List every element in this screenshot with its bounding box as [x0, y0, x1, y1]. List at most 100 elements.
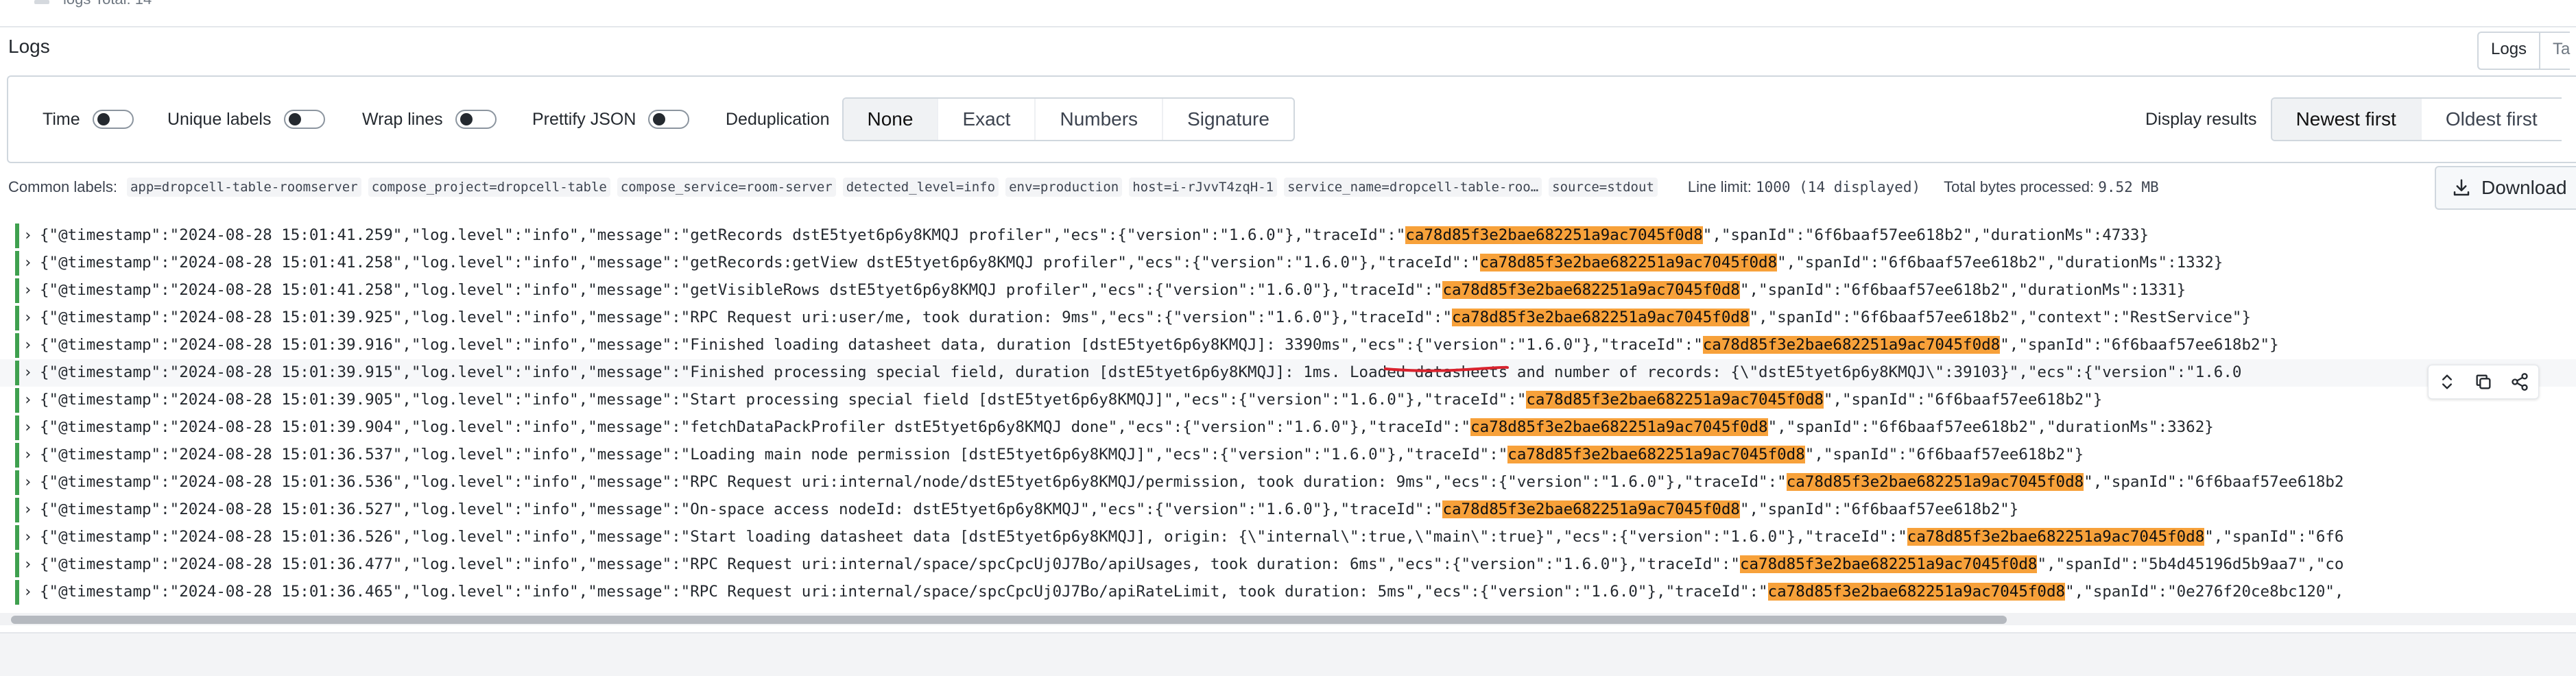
log-row[interactable]: › {"@timestamp":"2024-08-28 15:01:39.905…	[0, 387, 2576, 414]
dedup-exact[interactable]: Exact	[937, 99, 1034, 140]
dedup-numbers[interactable]: Numbers	[1034, 99, 1162, 140]
prettify-json-option: Prettify JSON	[532, 77, 690, 162]
log-row[interactable]: › {"@timestamp":"2024-08-28 15:01:41.259…	[0, 222, 2576, 250]
trace-id-highlight: ca78d85f3e2bae682251a9ac7045f0d8	[1442, 500, 1740, 518]
log-text-before: {"@timestamp":"2024-08-28 15:01:36.526",…	[40, 528, 1907, 546]
label-chip: compose_project=dropcell-table	[368, 178, 610, 197]
share-link-icon[interactable]	[2510, 372, 2529, 391]
trace-id-highlight: ca78d85f3e2bae682251a9ac7045f0d8	[1739, 555, 2038, 573]
log-row[interactable]: › {"@timestamp":"2024-08-28 15:01:41.258…	[0, 277, 2576, 304]
log-row[interactable]: › {"@timestamp":"2024-08-28 15:01:41.258…	[0, 250, 2576, 277]
sort-order-segmented: Newest first Oldest first	[2270, 97, 2562, 141]
log-text-before: {"@timestamp":"2024-08-28 15:01:39.904",…	[40, 418, 1471, 436]
tab-table[interactable]: Ta	[2539, 33, 2570, 69]
level-bar	[15, 388, 19, 413]
prettify-json-toggle[interactable]	[648, 110, 690, 129]
log-row[interactable]: › {"@timestamp":"2024-08-28 15:01:36.526…	[0, 524, 2576, 551]
log-row[interactable]: › {"@timestamp":"2024-08-28 15:01:36.465…	[0, 579, 2576, 606]
dedup-none[interactable]: None	[843, 99, 938, 140]
wrap-lines-toggle[interactable]	[455, 110, 497, 129]
sort-newest-first[interactable]: Newest first	[2271, 99, 2420, 140]
tab-logs[interactable]: Logs	[2479, 33, 2539, 69]
display-results-option: Display results Newest first Oldest firs…	[2145, 77, 2562, 162]
expand-collapse-icon[interactable]	[2437, 372, 2457, 391]
log-text-after: ","spanId":"6f6	[2204, 528, 2344, 546]
log-text: {"@timestamp":"2024-08-28 15:01:41.259",…	[40, 226, 2149, 244]
trace-id-highlight: ca78d85f3e2bae682251a9ac7045f0d8	[1405, 226, 1703, 244]
dedup-signature[interactable]: Signature	[1162, 99, 1293, 140]
log-text-before: {"@timestamp":"2024-08-28 15:01:41.258",…	[40, 281, 1443, 299]
log-text: {"@timestamp":"2024-08-28 15:01:39.925",…	[40, 309, 2251, 326]
expand-chevron-icon[interactable]: ›	[23, 391, 32, 409]
expand-chevron-icon[interactable]: ›	[23, 446, 32, 463]
log-text-after: ","spanId":"6f6baaf57ee618b2","durationM…	[1767, 418, 2214, 436]
log-text: {"@timestamp":"2024-08-28 15:01:39.904",…	[40, 418, 2214, 436]
log-text-after: ","spanId":"6f6baaf57ee618b2"}	[1823, 391, 2103, 409]
log-row[interactable]: › {"@timestamp":"2024-08-28 15:01:36.537…	[0, 442, 2576, 469]
level-bar	[15, 525, 19, 550]
log-row[interactable]: › {"@timestamp":"2024-08-28 15:01:36.477…	[0, 551, 2576, 579]
download-button[interactable]: Download	[2435, 166, 2576, 210]
log-text: {"@timestamp":"2024-08-28 15:01:39.905",…	[40, 391, 2102, 409]
wrap-lines-label: Wrap lines	[362, 109, 443, 129]
unique-labels-toggle[interactable]	[283, 110, 325, 129]
common-labels-row: Common labels: app=dropcell-table-roomse…	[8, 174, 2159, 200]
line-limit: Line limit: 1000 (14 displayed)	[1688, 178, 1920, 196]
trace-id-highlight: ca78d85f3e2bae682251a9ac7045f0d8	[1702, 336, 2001, 354]
expand-chevron-icon[interactable]: ›	[23, 309, 32, 326]
expand-chevron-icon[interactable]: ›	[23, 337, 32, 354]
expand-chevron-icon[interactable]: ›	[23, 282, 32, 299]
log-row[interactable]: › {"@timestamp":"2024-08-28 15:01:36.536…	[0, 469, 2576, 496]
level-bar	[15, 470, 19, 495]
expand-chevron-icon[interactable]: ›	[23, 474, 32, 491]
expand-chevron-icon[interactable]: ›	[23, 556, 32, 573]
log-row[interactable]: › {"@timestamp":"2024-08-28 15:01:39.925…	[0, 304, 2576, 332]
level-bar	[15, 278, 19, 303]
label-chip: detected_level=info	[842, 178, 999, 197]
expand-chevron-icon[interactable]: ›	[23, 529, 32, 546]
bytes-processed-value: 9.52 MB	[2098, 179, 2159, 195]
log-text-before: {"@timestamp":"2024-08-28 15:01:36.477",…	[40, 555, 1740, 573]
sort-oldest-first[interactable]: Oldest first	[2420, 99, 2562, 140]
expand-chevron-icon[interactable]: ›	[23, 254, 32, 271]
log-text-before: {"@timestamp":"2024-08-28 15:01:41.259",…	[40, 226, 1406, 244]
log-text: {"@timestamp":"2024-08-28 15:01:36.536",…	[40, 473, 2344, 491]
log-row[interactable]: › {"@timestamp":"2024-08-28 15:01:36.527…	[0, 496, 2576, 524]
panel-title: Logs	[8, 36, 50, 57]
prettify-json-label: Prettify JSON	[532, 109, 636, 129]
bytes-processed: Total bytes processed: 9.52 MB	[1944, 178, 2159, 196]
trace-id-highlight: ca78d85f3e2bae682251a9ac7045f0d8	[1479, 254, 1778, 271]
top-legend-strip: logs Total: 14	[0, 0, 2576, 27]
expand-chevron-icon[interactable]: ›	[23, 227, 32, 244]
log-text-after: ","spanId":"6f6baaf57ee618b2	[2084, 473, 2344, 491]
scrollbar-thumb[interactable]	[11, 616, 2007, 624]
trace-id-highlight: ca78d85f3e2bae682251a9ac7045f0d8	[1452, 309, 1750, 326]
log-text-after: ","spanId":"5b4d45196d5b9aa7","co	[2037, 555, 2344, 573]
log-row-hovered[interactable]: › {"@timestamp":"2024-08-28 15:01:39.915…	[0, 359, 2576, 387]
time-toggle[interactable]	[92, 110, 134, 129]
bytes-processed-label: Total bytes processed:	[1944, 178, 2095, 195]
log-text-after: ","spanId":"6f6baaf57ee618b2","durationM…	[1702, 226, 2149, 244]
display-results-label: Display results	[2145, 109, 2257, 129]
level-bar	[15, 306, 19, 330]
common-labels-title: Common labels:	[8, 178, 117, 195]
label-chip: env=production	[1005, 178, 1123, 197]
expand-chevron-icon[interactable]: ›	[23, 583, 32, 601]
log-text-after: ","spanId":"6f6baaf57ee618b2","context":…	[1749, 309, 2252, 326]
log-text-before: {"@timestamp":"2024-08-28 15:01:36.536",…	[40, 473, 1787, 491]
horizontal-scrollbar[interactable]	[0, 613, 2576, 625]
level-bar	[15, 580, 19, 605]
legend-swatch	[34, 0, 49, 4]
expand-chevron-icon[interactable]: ›	[23, 364, 32, 381]
expand-chevron-icon[interactable]: ›	[23, 501, 32, 518]
download-icon	[2453, 179, 2470, 196]
wrap-lines-option: Wrap lines	[362, 77, 497, 162]
log-row[interactable]: › {"@timestamp":"2024-08-28 15:01:39.916…	[0, 332, 2576, 359]
log-row[interactable]: › {"@timestamp":"2024-08-28 15:01:39.904…	[0, 414, 2576, 442]
log-text: {"@timestamp":"2024-08-28 15:01:36.526",…	[40, 528, 2344, 546]
label-chip: source=stdout	[1549, 178, 1658, 197]
copy-icon[interactable]	[2474, 372, 2493, 391]
expand-chevron-icon[interactable]: ›	[23, 419, 32, 436]
log-text: {"@timestamp":"2024-08-28 15:01:36.537",…	[40, 446, 2084, 463]
level-bar	[15, 498, 19, 522]
